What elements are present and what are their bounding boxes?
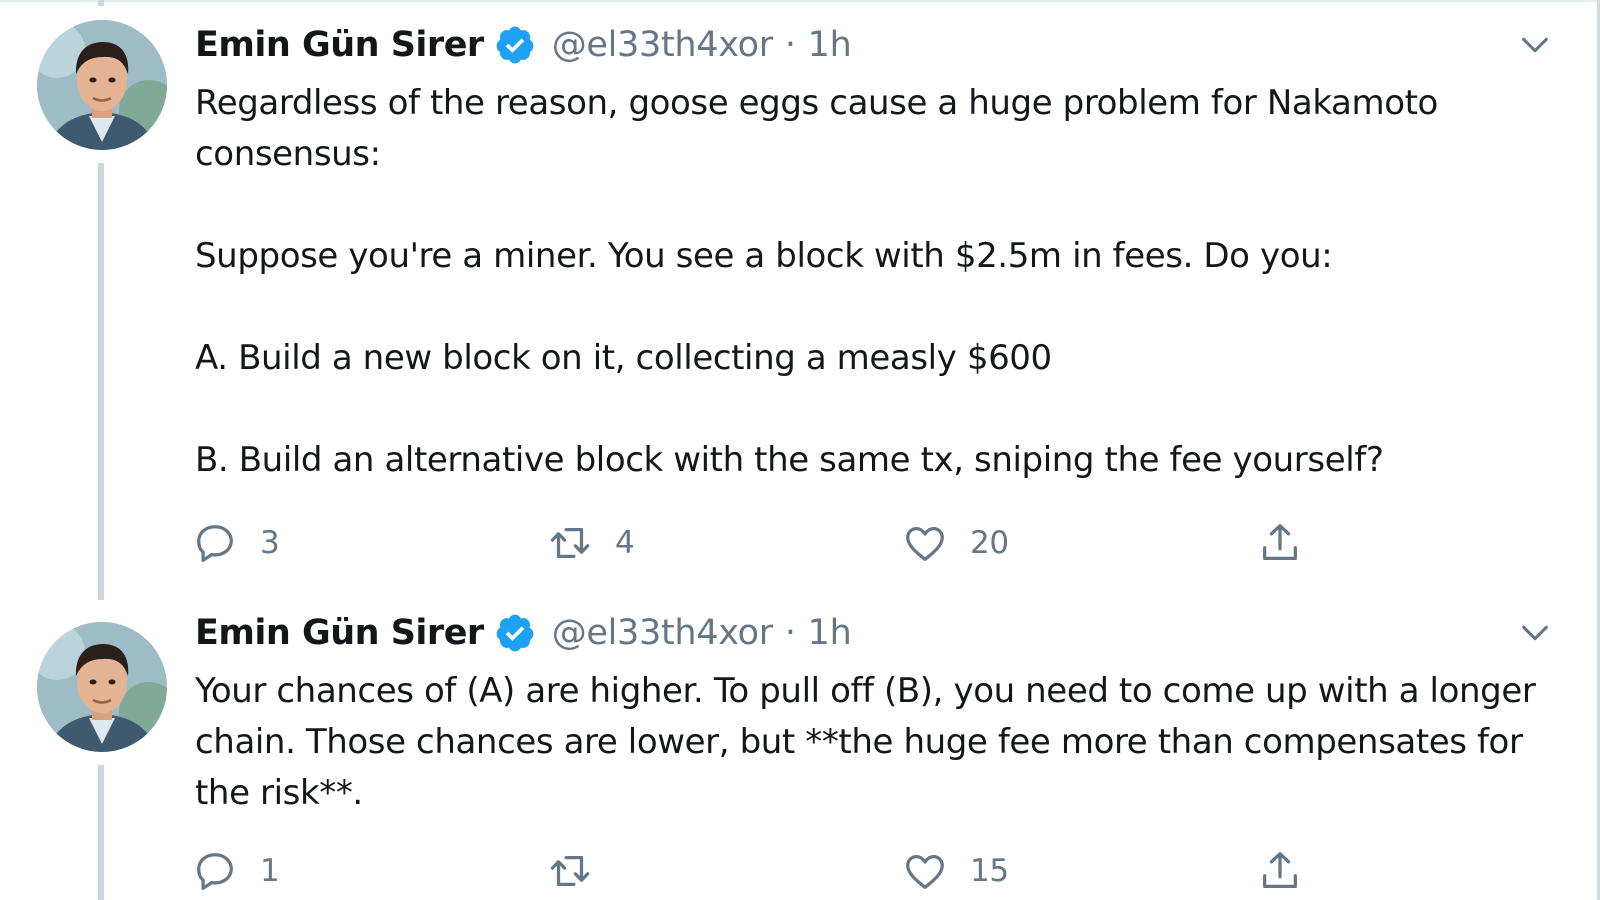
tweet-timestamp[interactable]: 1h [808,613,852,653]
verified-badge-icon [494,24,536,66]
thread-connector-line [98,163,104,600]
tweet-text: Regardless of the reason, goose eggs cau… [195,78,1555,486]
more-options-chevron-down-icon[interactable] [1518,28,1552,62]
tweet-paragraph: Suppose you're a miner. You see a block … [195,236,1333,276]
tweet[interactable]: Emin Gün Sirer @el33th4xor · 1h Regardle… [0,0,1600,600]
like-count: 15 [970,853,1009,889]
tweet-timestamp[interactable]: 1h [808,25,852,65]
tweet-actions: 1 15 [192,846,1392,896]
tweet-paragraph: Your chances of (A) are higher. To pull … [195,671,1536,813]
tweet-paragraph: B. Build an alternative block with the s… [195,440,1384,480]
share-icon [1263,852,1297,888]
author-name[interactable]: Emin Gün Sirer [195,25,484,65]
tweet-thread: Emin Gün Sirer @el33th4xor · 1h Regardle… [0,0,1600,900]
share-icon [1263,524,1297,560]
like-button[interactable]: 15 [902,846,1009,896]
separator-dot: · [784,613,796,653]
reply-button[interactable]: 3 [192,518,280,568]
tweet-text: Your chances of (A) are higher. To pull … [195,666,1555,819]
tweet-header: Emin Gün Sirer @el33th4xor · 1h [195,610,852,656]
heart-icon [906,526,944,561]
reply-button[interactable]: 1 [192,846,280,896]
like-count: 20 [970,525,1009,561]
reply-count: 1 [260,853,280,889]
reply-icon [197,525,233,562]
user-avatar-icon [37,20,167,150]
tweet-paragraph: Regardless of the reason, goose eggs cau… [195,83,1438,174]
retweet-count: 4 [615,525,635,561]
tweet-actions: 3 4 20 [192,518,1392,568]
avatar[interactable] [37,622,167,752]
thread-connector-line [98,765,104,900]
like-button[interactable]: 20 [902,518,1009,568]
tweet-paragraph: A. Build a new block on it, collecting a… [195,338,1052,378]
author-handle[interactable]: @el33th4xor [552,25,773,65]
thread-connector-line [98,0,104,6]
more-options-chevron-down-icon[interactable] [1518,616,1552,650]
separator-dot: · [784,25,796,65]
retweet-button[interactable] [547,846,615,896]
reply-icon [197,853,233,890]
tweet-header: Emin Gün Sirer @el33th4xor · 1h [195,22,852,68]
retweet-icon [550,855,590,887]
avatar[interactable] [37,20,167,150]
tweet[interactable]: Emin Gün Sirer @el33th4xor · 1h Your cha… [0,600,1600,900]
author-handle[interactable]: @el33th4xor [552,613,773,653]
author-name[interactable]: Emin Gün Sirer [195,613,484,653]
user-avatar-icon [37,622,167,752]
retweet-icon [550,527,590,559]
verified-badge-icon [494,612,536,654]
retweet-button[interactable]: 4 [547,518,635,568]
share-button[interactable] [1257,846,1303,896]
heart-icon [906,854,944,889]
share-button[interactable] [1257,518,1303,568]
reply-count: 3 [260,525,280,561]
